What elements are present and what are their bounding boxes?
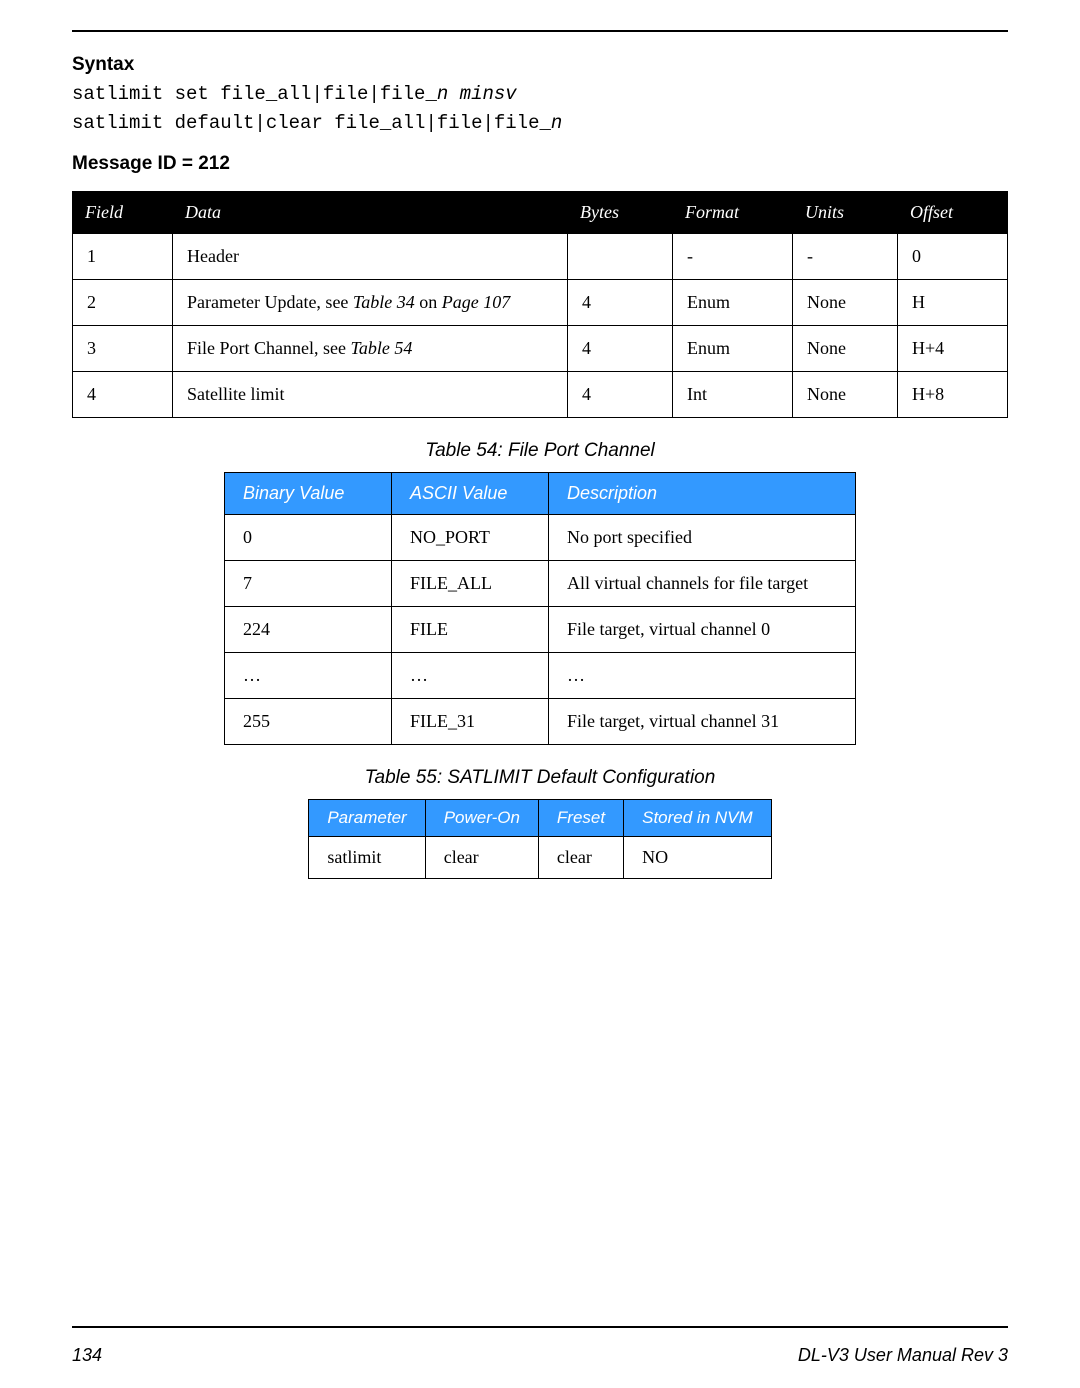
cell-ascii: FILE_ALL [392, 560, 549, 606]
bottom-rule [72, 1326, 1008, 1328]
cell-bytes: 4 [568, 325, 673, 371]
table-header-row: Field Data Bytes Format Units Offset [73, 191, 1008, 233]
table-row: 255 FILE_31 File target, virtual channel… [225, 698, 856, 744]
cell-offset: H+8 [898, 371, 1008, 417]
col-units: Units [793, 191, 898, 233]
table-55-caption: Table 55: SATLIMIT Default Configuration [72, 767, 1008, 789]
col-power-on: Power-On [425, 799, 538, 836]
satlimit-default-config-table: Parameter Power-On Freset Stored in NVM … [308, 799, 771, 879]
cell-bin: 224 [225, 606, 392, 652]
cell-param: satlimit [309, 836, 425, 878]
syntax-line-1-n: n [437, 83, 448, 105]
cell-offset: H+4 [898, 325, 1008, 371]
cell-poweron: clear [425, 836, 538, 878]
col-binary-value: Binary Value [225, 472, 392, 514]
table-54-caption: Table 54: File Port Channel [72, 440, 1008, 462]
table-row: 1 Header - - 0 [73, 233, 1008, 279]
cell-offset: 0 [898, 233, 1008, 279]
top-rule [72, 30, 1008, 32]
cell-desc: … [549, 652, 856, 698]
cell-ascii: FILE [392, 606, 549, 652]
cell-format: Enum [673, 325, 793, 371]
cell-data: Header [173, 233, 568, 279]
syntax-line-1-prefix: satlimit set file_all|file|file_ [72, 83, 437, 105]
cell-bin: 255 [225, 698, 392, 744]
table-header-row: Parameter Power-On Freset Stored in NVM [309, 799, 771, 836]
col-data: Data [173, 191, 568, 233]
cell-bin: … [225, 652, 392, 698]
cell-field: 1 [73, 233, 173, 279]
cell-units: - [793, 233, 898, 279]
col-field: Field [73, 191, 173, 233]
cell-desc: No port specified [549, 514, 856, 560]
cell-bin: 0 [225, 514, 392, 560]
cell-field: 4 [73, 371, 173, 417]
cell-format: Enum [673, 279, 793, 325]
cell-units: None [793, 325, 898, 371]
col-stored-nvm: Stored in NVM [624, 799, 772, 836]
table-row: 2 Parameter Update, see Table 34 on Page… [73, 279, 1008, 325]
table-ref-link[interactable]: Table 54 [350, 338, 412, 358]
table-header-row: Binary Value ASCII Value Description [225, 472, 856, 514]
syntax-line-2-prefix: satlimit default|clear file_all|file|fil… [72, 112, 551, 134]
cell-nvm: NO [624, 836, 772, 878]
cell-units: None [793, 371, 898, 417]
table-ref-link[interactable]: Table 34 [353, 292, 415, 312]
cell-data-prefix: Parameter Update, see [187, 292, 353, 312]
syntax-line-1-minsv: minsv [460, 83, 517, 105]
cell-data-mid: on [415, 292, 442, 312]
cell-desc: File target, virtual channel 0 [549, 606, 856, 652]
col-bytes: Bytes [568, 191, 673, 233]
cell-ascii: FILE_31 [392, 698, 549, 744]
col-description: Description [549, 472, 856, 514]
footer-doc-title: DL-V3 User Manual Rev 3 [798, 1345, 1008, 1366]
col-freset: Freset [538, 799, 623, 836]
table-row: 224 FILE File target, virtual channel 0 [225, 606, 856, 652]
syntax-line-1: satlimit set file_all|file|file_n minsv [72, 80, 1008, 109]
cell-format: - [673, 233, 793, 279]
table-row: 3 File Port Channel, see Table 54 4 Enum… [73, 325, 1008, 371]
footer-page-number: 134 [72, 1345, 102, 1366]
table-row: 7 FILE_ALL All virtual channels for file… [225, 560, 856, 606]
page-footer: 134 DL-V3 User Manual Rev 3 [72, 1345, 1008, 1366]
cell-data: Satellite limit [173, 371, 568, 417]
cell-bytes [568, 233, 673, 279]
cell-bin: 7 [225, 560, 392, 606]
syntax-heading: Syntax [72, 54, 1008, 76]
table-row: 4 Satellite limit 4 Int None H+8 [73, 371, 1008, 417]
cell-freset: clear [538, 836, 623, 878]
document-page: Syntax satlimit set file_all|file|file_n… [0, 0, 1080, 1388]
cell-data-prefix: File Port Channel, see [187, 338, 350, 358]
cell-field: 3 [73, 325, 173, 371]
col-ascii-value: ASCII Value [392, 472, 549, 514]
cell-ascii: … [392, 652, 549, 698]
cell-field: 2 [73, 279, 173, 325]
col-parameter: Parameter [309, 799, 425, 836]
cell-desc: File target, virtual channel 31 [549, 698, 856, 744]
table-row: satlimit clear clear NO [309, 836, 771, 878]
page-ref-link[interactable]: Page 107 [442, 292, 510, 312]
message-fields-table: Field Data Bytes Format Units Offset 1 H… [72, 191, 1008, 418]
cell-units: None [793, 279, 898, 325]
col-offset: Offset [898, 191, 1008, 233]
cell-desc: All virtual channels for file target [549, 560, 856, 606]
cell-bytes: 4 [568, 279, 673, 325]
cell-bytes: 4 [568, 371, 673, 417]
file-port-channel-table: Binary Value ASCII Value Description 0 N… [224, 472, 856, 745]
cell-ascii: NO_PORT [392, 514, 549, 560]
cell-offset: H [898, 279, 1008, 325]
syntax-line-2-n: n [551, 112, 562, 134]
syntax-line-2: satlimit default|clear file_all|file|fil… [72, 109, 1008, 138]
cell-data: Parameter Update, see Table 34 on Page 1… [173, 279, 568, 325]
syntax-line-1-space [448, 83, 459, 105]
table-row: 0 NO_PORT No port specified [225, 514, 856, 560]
table-row: … … … [225, 652, 856, 698]
cell-format: Int [673, 371, 793, 417]
cell-data: File Port Channel, see Table 54 [173, 325, 568, 371]
message-id-heading: Message ID = 212 [72, 153, 1008, 175]
col-format: Format [673, 191, 793, 233]
